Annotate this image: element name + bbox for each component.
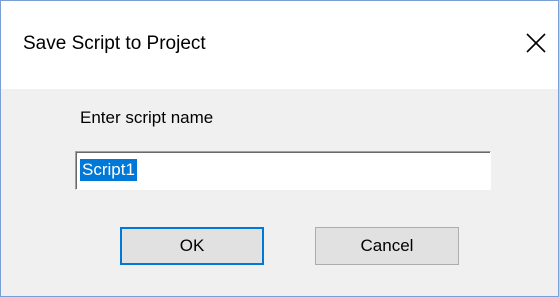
cancel-button[interactable]: Cancel xyxy=(315,227,459,265)
script-name-label: Enter script name xyxy=(80,108,214,127)
save-script-dialog: Save Script to Project Enter script name… xyxy=(0,0,559,297)
close-icon xyxy=(526,33,546,53)
close-button[interactable] xyxy=(521,28,551,58)
script-name-value: Script1 xyxy=(80,159,137,181)
ok-button[interactable]: OK xyxy=(120,227,264,265)
script-name-input[interactable]: Script1 xyxy=(75,151,491,190)
title-bar: Save Script to Project xyxy=(1,1,558,89)
dialog-title: Save Script to Project xyxy=(23,33,206,54)
dialog-body: Enter script name Script1 OK Cancel xyxy=(1,89,558,296)
